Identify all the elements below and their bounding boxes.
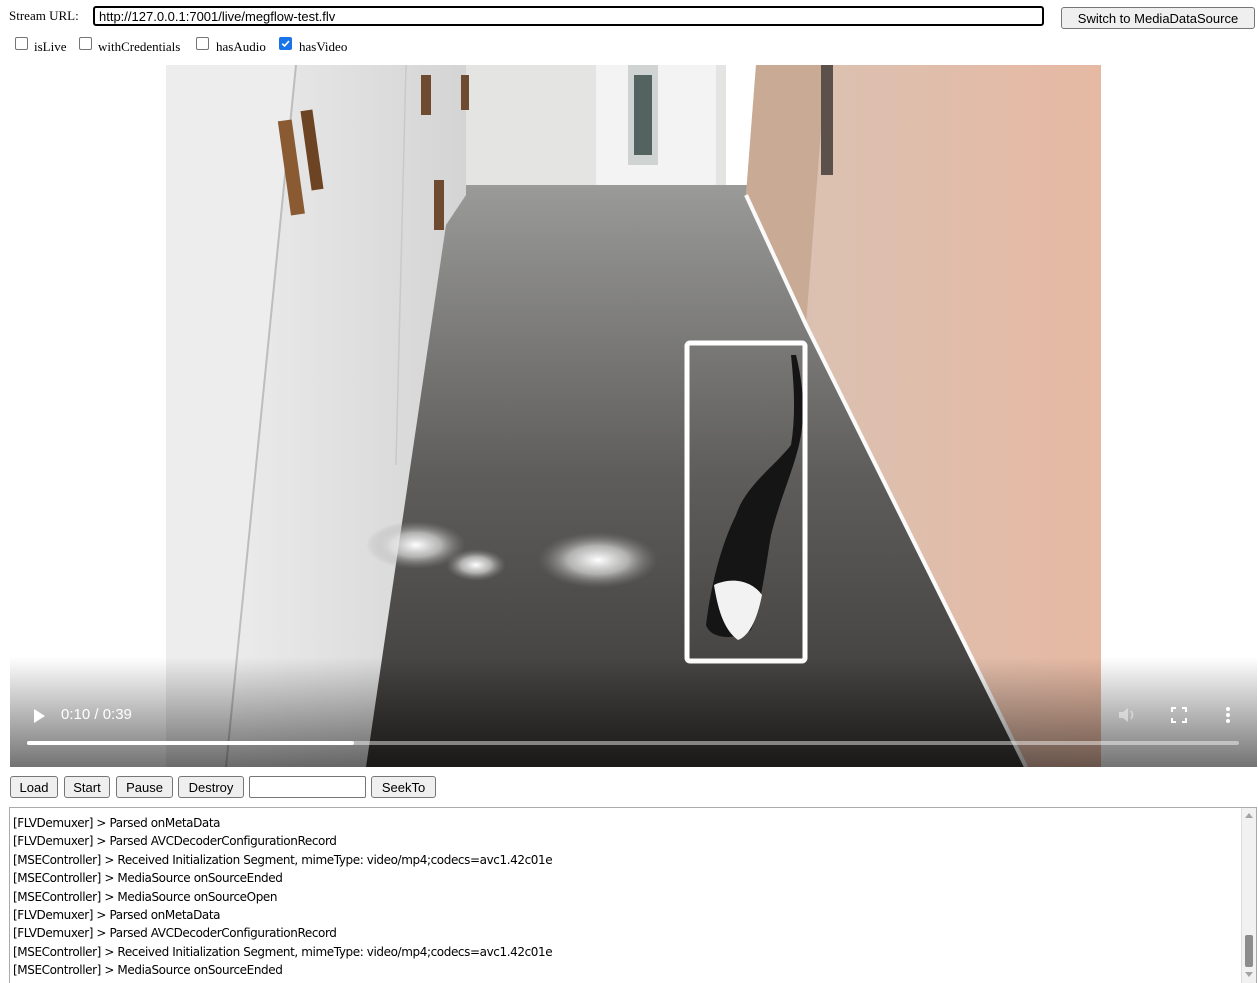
log-line: [MSEController] > Received Initializatio…: [13, 852, 553, 867]
log-line: [FLVDemuxer] > Parsed AVCDecoderConfigur…: [13, 926, 337, 941]
seek-time-input[interactable]: [249, 776, 366, 798]
load-button[interactable]: Load: [10, 776, 58, 798]
withcredentials-label: withCredentials: [98, 39, 181, 54]
hasaudio-label: hasAudio: [216, 39, 266, 54]
pause-button[interactable]: Pause: [116, 776, 173, 798]
seek-bar[interactable]: [27, 741, 1239, 745]
more-options-icon[interactable]: [1225, 706, 1231, 728]
withcredentials-checkbox[interactable]: [79, 37, 92, 50]
switch-mediadatasource-button[interactable]: Switch to MediaDataSource: [1061, 7, 1255, 29]
play-icon[interactable]: [32, 708, 46, 728]
log-scrollbar[interactable]: [1241, 808, 1256, 983]
fullscreen-icon[interactable]: [1171, 707, 1187, 727]
hasvideo-checkbox[interactable]: [279, 37, 292, 50]
log-line: [FLVDemuxer] > Parsed onMetaData: [13, 908, 221, 923]
video-player[interactable]: 0:10 / 0:39: [10, 65, 1257, 767]
stream-url-input[interactable]: [93, 6, 1044, 26]
scroll-thumb[interactable]: [1245, 935, 1253, 967]
time-display: 0:10 / 0:39: [61, 706, 132, 723]
hasvideo-label: hasVideo: [299, 39, 348, 54]
log-lines: [FLVDemuxer] > Parsed onMetaData [FLVDemu…: [13, 814, 553, 980]
scroll-down-icon[interactable]: [1245, 972, 1253, 977]
log-textarea[interactable]: [FLVDemuxer] > Parsed onMetaData [FLVDemu…: [9, 807, 1257, 983]
start-button[interactable]: Start: [64, 776, 110, 798]
controls-overlay: [10, 657, 1257, 767]
islive-checkbox[interactable]: [15, 37, 28, 50]
log-line: [FLVDemuxer] > Parsed AVCDecoderConfigur…: [13, 834, 337, 849]
log-line: [MSEController] > Received Initializatio…: [13, 944, 553, 959]
islive-label: isLive: [34, 39, 67, 54]
scroll-up-icon[interactable]: [1245, 813, 1253, 818]
seekto-button[interactable]: SeekTo: [371, 776, 436, 798]
log-line: [MSEController] > MediaSource onSourceEn…: [13, 963, 283, 978]
hasaudio-checkbox[interactable]: [196, 37, 209, 50]
log-line: [MSEController] > MediaSource onSourceOp…: [13, 889, 278, 904]
volume-icon[interactable]: [1117, 706, 1137, 728]
seek-bar-progress: [27, 741, 355, 745]
log-line: [FLVDemuxer] > Parsed onMetaData: [13, 816, 221, 830]
log-line: [MSEController] > MediaSource onSourceEn…: [13, 871, 283, 886]
destroy-button[interactable]: Destroy: [178, 776, 244, 798]
stream-url-label: Stream URL:: [9, 8, 79, 23]
